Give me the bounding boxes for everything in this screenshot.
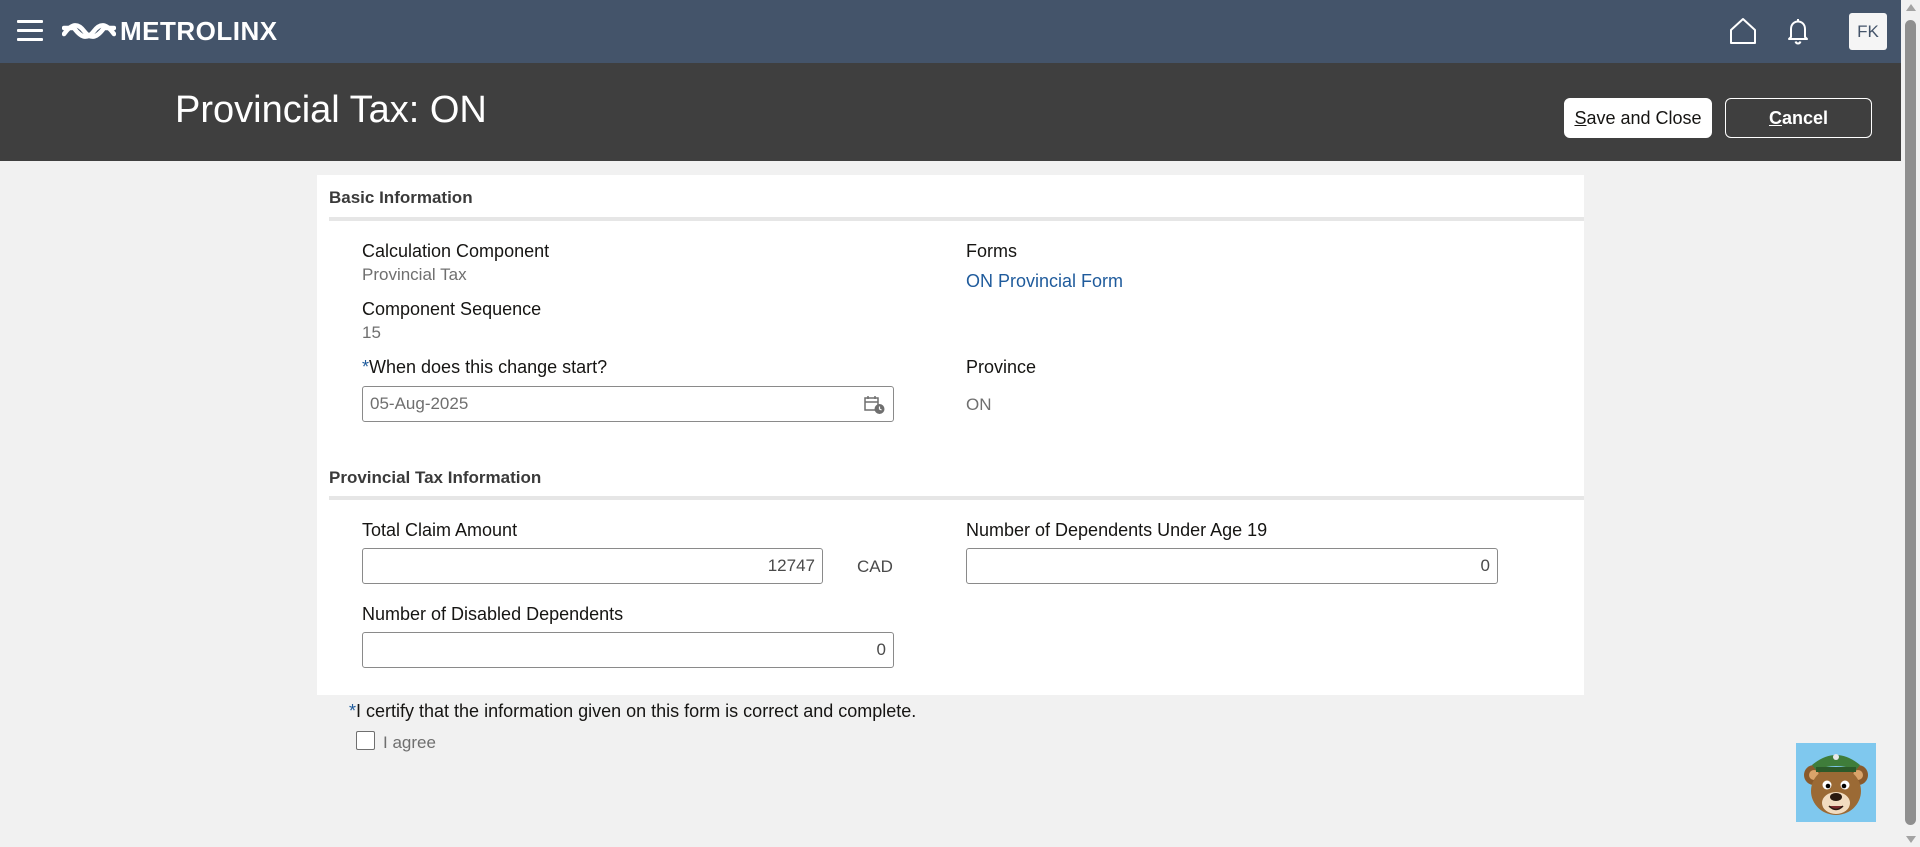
dependents-under-19-label: Number of Dependents Under Age 19 (966, 520, 1268, 540)
bell-icon[interactable] (1782, 15, 1814, 47)
disabled-dependents-label: Number of Disabled Dependents (362, 604, 624, 624)
calculation-component-value: Provincial Tax (362, 265, 467, 284)
section-divider (329, 217, 1584, 221)
change-start-label: *When does this change start? (362, 357, 607, 378)
total-claim-amount-input[interactable]: 12747 (362, 548, 823, 584)
currency-label: CAD (857, 557, 893, 576)
certification-statement: *I certify that the information given on… (349, 701, 916, 722)
forms-label: Forms (966, 241, 1017, 261)
save-and-close-button[interactable]: Save and Close (1564, 98, 1712, 138)
basic-information-header: Basic Information (329, 188, 473, 207)
disabled-dependents-input[interactable]: 0 (362, 632, 894, 668)
required-marker: * (362, 357, 370, 377)
scrollbar-thumb[interactable] (1905, 20, 1916, 825)
dependents-under-19-input[interactable]: 0 (966, 548, 1498, 584)
scroll-down-arrow-icon[interactable] (1906, 836, 1916, 843)
menu-icon[interactable] (17, 20, 43, 42)
provincial-tax-information-header: Provincial Tax Information (329, 468, 542, 487)
certification-text: I certify that the information given on … (356, 701, 917, 721)
on-provincial-form-link[interactable]: ON Provincial Form (966, 271, 1123, 292)
section-divider (329, 496, 1584, 500)
scroll-up-arrow-icon[interactable] (1906, 4, 1916, 11)
page-title-bar: Provincial Tax: ON Save and Close Cancel (0, 63, 1901, 161)
change-start-label-text: When does this change start? (369, 357, 608, 377)
top-nav-bar: METROLINX FK (0, 0, 1901, 63)
province-value: ON (966, 395, 992, 414)
bear-mascot-icon (1804, 754, 1868, 815)
save-button-label: ave and Close (1586, 107, 1702, 128)
province-label: Province (966, 357, 1037, 377)
component-sequence-value: 15 (362, 323, 381, 342)
agree-checkbox-label[interactable]: I agree (383, 733, 436, 753)
cancel-button[interactable]: Cancel (1725, 98, 1872, 138)
form-panel: Basic Information Calculation Component … (317, 175, 1584, 695)
cancel-button-mnemonic: C (1768, 107, 1782, 128)
required-marker: * (349, 701, 357, 721)
page-title: Provincial Tax: ON (175, 89, 487, 131)
metrolinx-logo-mark-icon (62, 23, 116, 39)
chat-assistant-bear-icon[interactable] (1796, 743, 1876, 822)
save-button-mnemonic: S (1574, 107, 1587, 128)
brand-name: METROLINX (120, 15, 278, 46)
home-icon[interactable] (1727, 15, 1759, 47)
user-avatar[interactable]: FK (1849, 13, 1887, 50)
change-start-date-value: 05-Aug-2025 (370, 394, 469, 413)
total-claim-amount-label: Total Claim Amount (362, 520, 518, 540)
agree-checkbox[interactable] (356, 731, 375, 750)
vertical-scrollbar[interactable] (1901, 0, 1920, 847)
cancel-button-label: ancel (1781, 107, 1829, 128)
calculation-component-label: Calculation Component (362, 241, 550, 261)
calendar-icon[interactable] (864, 395, 886, 415)
metrolinx-logo[interactable]: METROLINX (62, 16, 278, 46)
change-start-date-input[interactable]: 05-Aug-2025 (362, 386, 894, 422)
component-sequence-label: Component Sequence (362, 299, 542, 319)
